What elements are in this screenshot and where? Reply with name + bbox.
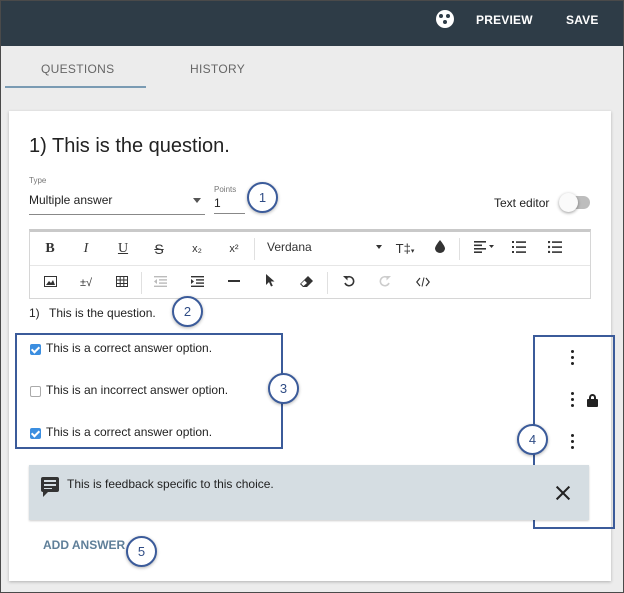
outdent-button[interactable] xyxy=(152,273,168,293)
add-answer-button[interactable]: ADD ANSWER xyxy=(43,538,125,552)
font-family-value: Verdana xyxy=(267,240,312,254)
answer-feedback-panel: This is feedback specific to this choice… xyxy=(29,465,589,520)
toolbar-divider xyxy=(141,272,142,294)
source-code-button[interactable] xyxy=(414,273,432,293)
indent-button[interactable] xyxy=(189,273,205,293)
bullet-list-button[interactable] xyxy=(546,239,564,259)
editor-question-text: This is the question. xyxy=(49,306,156,320)
type-label: Type xyxy=(29,176,47,185)
lock-icon[interactable] xyxy=(587,394,598,407)
cursor-icon xyxy=(266,274,275,287)
underline-button[interactable]: U xyxy=(115,239,131,259)
callout-3: 3 xyxy=(268,373,299,404)
type-select[interactable]: Multiple answer xyxy=(29,193,205,215)
align-left-icon xyxy=(474,241,494,253)
palette-icon[interactable] xyxy=(436,10,454,28)
caret-down-icon xyxy=(376,245,382,249)
text-size-icon: T‡ xyxy=(395,241,411,256)
horizontal-rule-icon xyxy=(228,280,240,282)
feedback-text[interactable]: This is feedback specific to this choice… xyxy=(67,477,274,491)
ordered-list-button[interactable] xyxy=(510,239,528,259)
toolbar-divider xyxy=(459,238,460,260)
insert-image-button[interactable] xyxy=(42,273,58,293)
text-editor-label: Text editor xyxy=(494,196,550,210)
preview-button[interactable]: PREVIEW xyxy=(476,13,533,27)
align-button[interactable] xyxy=(471,239,497,259)
tab-bar: QUESTIONS HISTORY xyxy=(1,46,623,89)
tab-questions[interactable]: QUESTIONS xyxy=(41,62,114,76)
save-button[interactable]: SAVE xyxy=(566,13,599,27)
answer-1-checkbox[interactable] xyxy=(30,344,41,355)
active-tab-indicator xyxy=(5,86,146,88)
toggle-knob xyxy=(559,193,578,212)
answer-2-checkbox[interactable] xyxy=(30,386,41,397)
bullet-list-icon xyxy=(547,240,562,254)
outdent-icon xyxy=(153,276,167,287)
editor-toolbar: B I U S x₂ x² Verdana T‡▾ ±√ xyxy=(29,229,591,299)
image-icon xyxy=(43,276,57,287)
more-vert-icon[interactable] xyxy=(566,350,580,366)
text-color-button[interactable] xyxy=(432,239,448,259)
editor-question-number: 1) xyxy=(29,306,40,320)
answer-3-checkbox[interactable] xyxy=(30,428,41,439)
toolbar-divider xyxy=(254,238,255,260)
italic-button[interactable]: I xyxy=(78,239,94,259)
math-button[interactable]: ±√ xyxy=(76,273,96,293)
points-label: Points xyxy=(214,185,237,194)
code-icon xyxy=(416,277,430,287)
callout-1: 1 xyxy=(247,182,278,213)
answer-1-text[interactable]: This is a correct answer option. xyxy=(46,341,212,355)
indent-icon xyxy=(190,276,204,287)
strikethrough-button[interactable]: S xyxy=(151,239,167,259)
question-title: 1) This is the question. xyxy=(29,135,230,157)
tab-history[interactable]: HISTORY xyxy=(190,62,245,76)
redo-button[interactable] xyxy=(377,273,393,293)
caret-down-icon xyxy=(193,198,201,203)
more-vert-icon[interactable] xyxy=(566,392,580,408)
callout-5: 5 xyxy=(126,536,157,567)
redo-icon xyxy=(379,275,391,287)
answer-3-text[interactable]: This is a correct answer option. xyxy=(46,425,212,439)
comment-icon xyxy=(41,477,59,497)
more-vert-icon[interactable] xyxy=(566,434,580,450)
ordered-list-icon xyxy=(512,241,526,253)
droplet-icon xyxy=(435,240,445,253)
bold-button[interactable]: B xyxy=(42,239,58,259)
superscript-button[interactable]: x² xyxy=(225,239,243,259)
eraser-icon xyxy=(299,276,313,287)
horizontal-rule-button[interactable] xyxy=(226,273,242,293)
callout-2: 2 xyxy=(172,296,203,327)
text-editor-toggle[interactable] xyxy=(559,193,590,212)
close-icon[interactable] xyxy=(555,485,571,501)
table-icon xyxy=(116,276,128,287)
callout-4: 4 xyxy=(517,424,548,455)
answer-2-text[interactable]: This is an incorrect answer option. xyxy=(46,383,228,397)
points-input[interactable]: 1 xyxy=(214,196,245,214)
select-cursor-button[interactable] xyxy=(262,273,278,293)
font-family-select[interactable]: Verdana xyxy=(267,240,382,254)
question-editor-content[interactable]: 1) This is the question. xyxy=(29,306,156,320)
clear-format-button[interactable] xyxy=(298,273,314,293)
insert-table-button[interactable] xyxy=(114,273,130,293)
top-bar: PREVIEW SAVE xyxy=(1,1,623,46)
undo-button[interactable] xyxy=(341,273,357,293)
toolbar-divider xyxy=(327,272,328,294)
text-size-button[interactable]: T‡▾ xyxy=(392,239,418,259)
subscript-button[interactable]: x₂ xyxy=(188,239,206,259)
undo-icon xyxy=(343,275,355,287)
type-select-value: Multiple answer xyxy=(29,193,113,207)
